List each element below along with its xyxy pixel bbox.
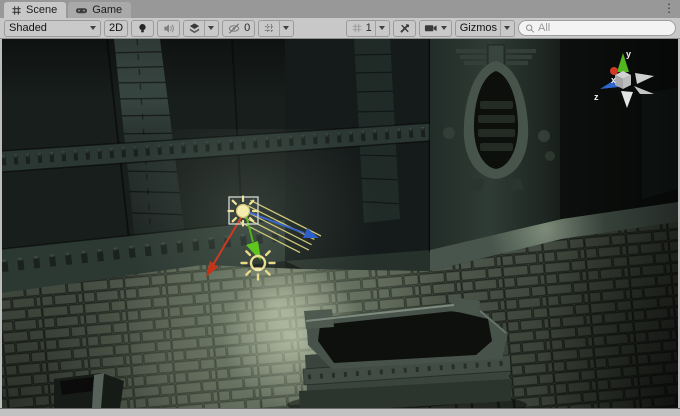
window-menu-icon[interactable]: ⋮ (663, 1, 675, 15)
camera-settings-dropdown[interactable] (419, 20, 452, 37)
bulb-base (255, 268, 262, 272)
scene-render[interactable]: y x z (2, 39, 678, 408)
eye-slash-icon (227, 22, 241, 35)
search-input[interactable] (538, 22, 669, 34)
grid-size-value: 1 (366, 22, 372, 34)
hidden-objects-button[interactable]: 0 (222, 20, 255, 37)
debris-object[interactable] (54, 373, 124, 408)
grid-icon (351, 22, 363, 34)
scene-effects-dropdown[interactable] (183, 20, 219, 37)
tab-game-label: Game (92, 4, 122, 16)
scene-grid-icon (11, 5, 22, 16)
chevron-down-icon (379, 26, 385, 30)
tool-settings-button[interactable] (393, 20, 416, 37)
lightbulb-icon (136, 22, 149, 35)
tab-bar: Scene Game ⋮ (0, 0, 680, 18)
grid-visibility-dropdown[interactable] (258, 20, 294, 37)
camera-icon (424, 22, 438, 34)
gizmos-dropdown[interactable]: Gizmos (455, 20, 515, 37)
draw-mode-dropdown[interactable]: Shaded (4, 20, 101, 37)
speaker-icon (162, 22, 175, 35)
separator (204, 21, 205, 36)
gamepad-icon (75, 5, 88, 16)
scene-toolbar: Shaded 2D (0, 18, 680, 39)
tab-scene-label: Scene (26, 4, 57, 16)
scene-lighting-button[interactable] (131, 20, 154, 37)
2d-toggle-button[interactable]: 2D (104, 20, 128, 37)
toolbar-right-group: 1 Gizmos (346, 20, 676, 37)
2d-toggle-label: 2D (109, 22, 123, 34)
chevron-down-icon (504, 26, 510, 30)
scene-view-window: Scene Game ⋮ Shaded 2D (0, 0, 680, 416)
gizmos-label: Gizmos (460, 22, 497, 34)
tab-game[interactable]: Game (68, 2, 131, 18)
axis-label-z: z (594, 92, 599, 102)
chevron-down-icon (90, 26, 96, 30)
tools-icon (398, 22, 411, 35)
scene-audio-button[interactable] (157, 20, 180, 37)
axis-label-x: x (611, 75, 616, 85)
scene-search-field[interactable] (518, 20, 676, 36)
separator (279, 21, 280, 36)
hidden-objects-count: 0 (244, 22, 250, 34)
axis-cone-x[interactable] (610, 67, 618, 75)
chevron-down-icon (208, 26, 214, 30)
chevron-down-icon (441, 26, 447, 30)
grid-snap-icon (263, 22, 276, 35)
chevron-down-icon (283, 26, 289, 30)
scene-viewport[interactable]: y x z (2, 39, 678, 408)
alcove-boss (443, 127, 455, 139)
separator (375, 21, 376, 36)
search-icon (525, 23, 535, 34)
effects-icon (188, 22, 201, 35)
window-bottom-border (0, 408, 680, 416)
sun-icon[interactable] (229, 197, 258, 226)
tab-scene[interactable]: Scene (4, 2, 66, 18)
draw-mode-label: Shaded (9, 22, 47, 34)
axis-label-y: y (626, 49, 631, 59)
separator (500, 21, 501, 36)
grid-size-dropdown[interactable]: 1 (346, 20, 390, 37)
